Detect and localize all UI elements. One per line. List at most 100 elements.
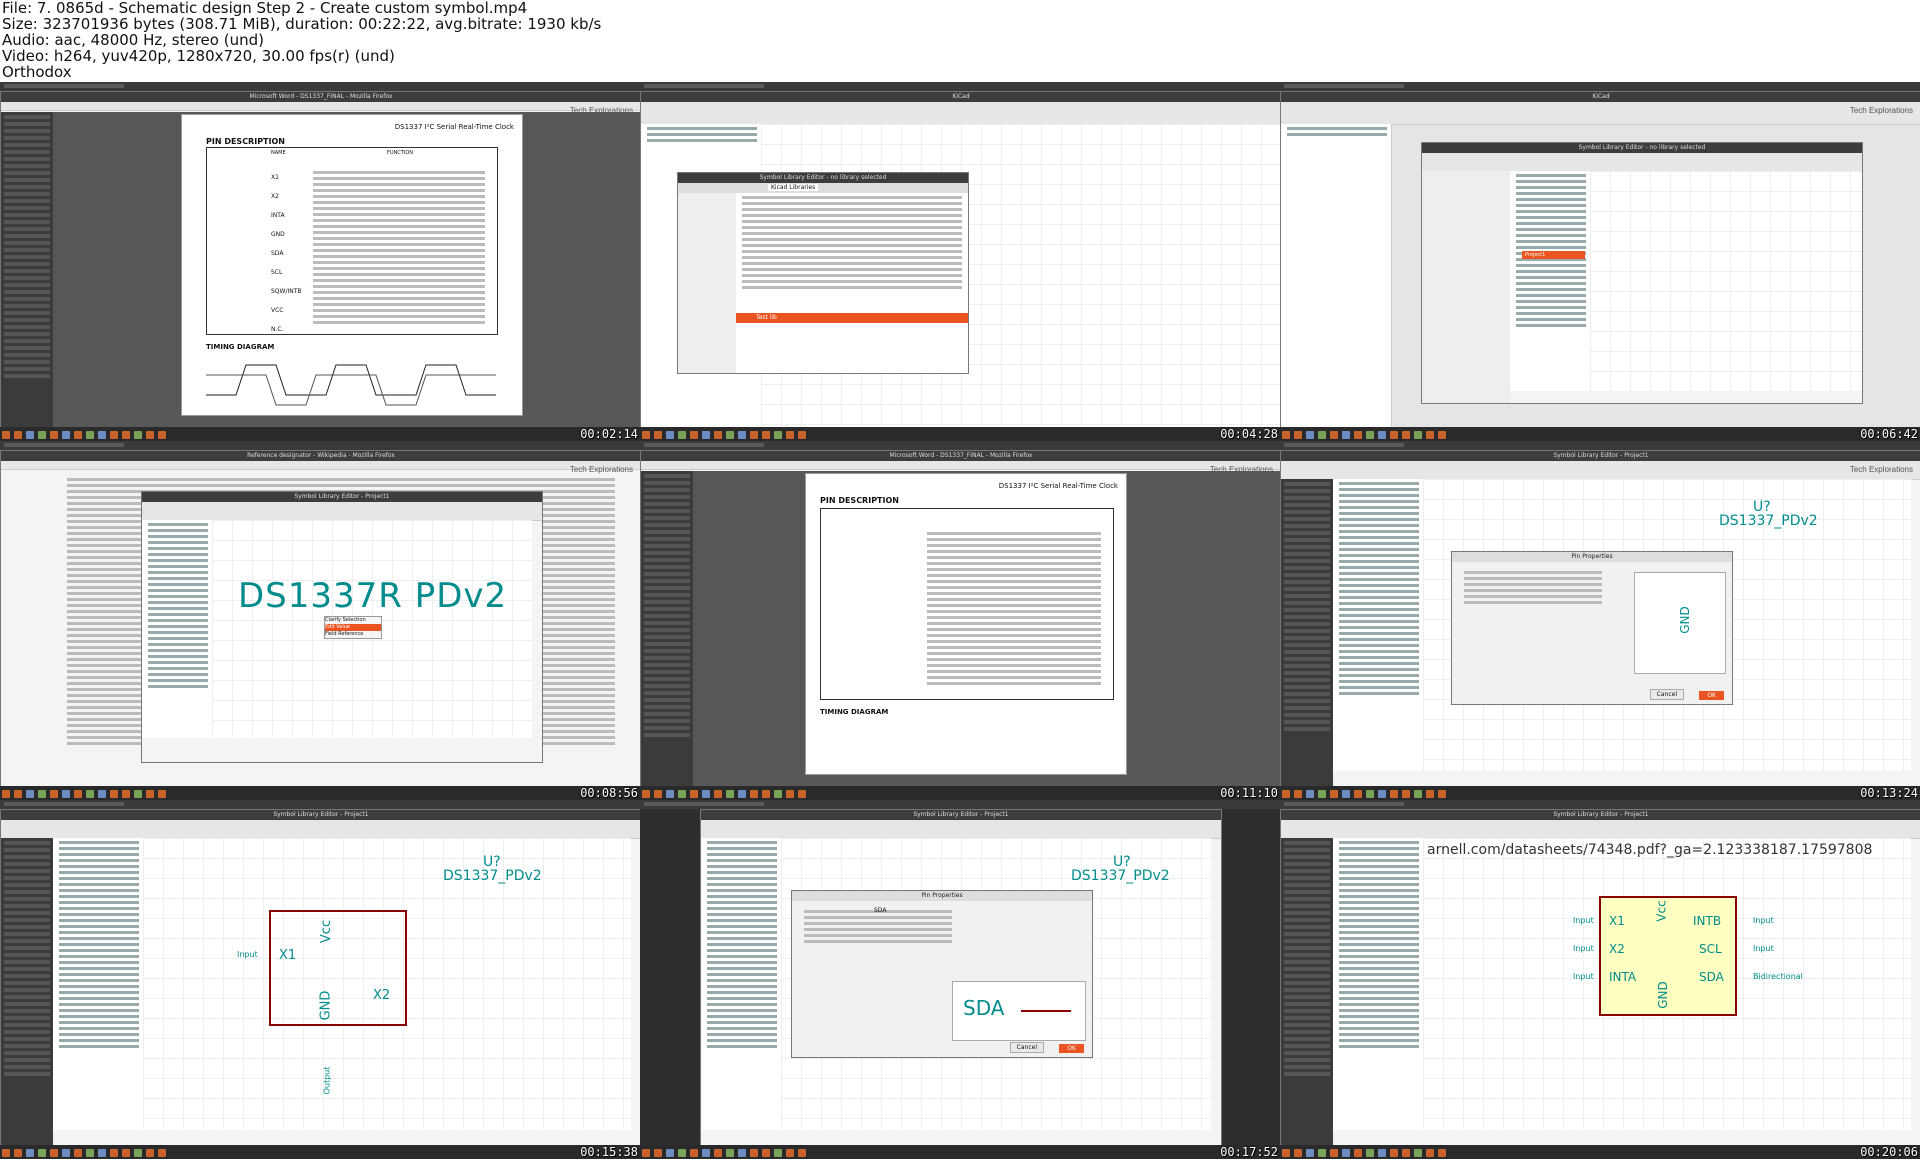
pin-intb[interactable]: INTB [1693, 914, 1721, 928]
thumbnail-3[interactable]: KiCad Symbol Library Editor - no library… [1280, 82, 1920, 441]
places-sidebar [678, 193, 737, 373]
row-name: GND [271, 231, 285, 238]
editor-canvas [1590, 171, 1862, 391]
context-menu[interactable]: Clarify Selection Edit Value Field Refer… [324, 616, 382, 639]
kicad-toolbar [641, 102, 1280, 125]
editor-title: Symbol Library Editor - Project1 [142, 492, 542, 502]
pin-type-input: Input [1573, 944, 1594, 953]
pin-vcc[interactable]: Vcc [319, 920, 334, 943]
library-tree[interactable] [701, 838, 782, 1130]
thumbnail-5[interactable]: Microsoft Word - DS1337_FINAL - Mozilla … [640, 441, 1280, 800]
pin-description-heading: PIN DESCRIPTION [820, 496, 899, 505]
symbol-editor-window: Symbol Library Editor - Project1 DS1337R… [141, 491, 543, 763]
thumbnail-1[interactable]: Microsoft Word - DS1337_FINAL - Mozilla … [0, 82, 640, 441]
thumbnail-4[interactable]: Reference designator - Wikipedia - Mozil… [0, 441, 640, 800]
file-name-line: File: 7. 0865d - Schematic design Step 2… [2, 0, 528, 17]
ok-button[interactable]: OK [1059, 1044, 1084, 1053]
symbol-value[interactable]: DS1337_PDv2 [443, 868, 542, 884]
symbol-editor-window: Symbol Library Editor - Project1 U? DS13… [0, 809, 640, 1147]
pin-inta[interactable]: INTA [1609, 970, 1636, 984]
pin-name-field[interactable]: SDA [874, 907, 886, 914]
menu-item[interactable]: Field Reference [325, 631, 381, 638]
pin-vcc[interactable]: Vcc [1655, 900, 1669, 921]
library-tree[interactable] [53, 838, 144, 1130]
editor-canvas[interactable]: arnell.com/datasheets/74348.pdf?_ga=2.12… [1423, 838, 1911, 1130]
pasted-url-text[interactable]: arnell.com/datasheets/74348.pdf?_ga=2.12… [1427, 842, 1872, 858]
row-name: VCC [271, 307, 284, 314]
pin-properties-dialog[interactable]: Pin Properties GND Cancel OK [1451, 551, 1733, 705]
file-list[interactable]: Test lib [736, 193, 968, 373]
pin-table [820, 508, 1114, 700]
timestamp: 00:04:28 [1220, 427, 1278, 441]
pin-gnd[interactable]: GND [1656, 981, 1670, 1009]
menu-item-selected[interactable]: Edit Value [325, 624, 381, 631]
thumbnail-8[interactable]: Symbol Library Editor - Project1 U? DS13… [640, 800, 1280, 1159]
selected-folder[interactable]: Test lib [736, 313, 968, 323]
pin-x2[interactable]: X2 [373, 988, 390, 1003]
thumbnail-7[interactable]: Symbol Library Editor - Project1 U? DS13… [0, 800, 640, 1159]
pin-scl[interactable]: SCL [1699, 942, 1722, 956]
editor-canvas[interactable]: U? DS1337_PDv2 X1 X2 Vcc GND Input Outpu… [143, 838, 631, 1130]
firefox-window: Microsoft Word - DS1337_FINAL - Mozilla … [0, 91, 640, 429]
datasheet-page: DS1337 I²C Serial Real-Time Clock PIN DE… [805, 473, 1127, 775]
video-info-line: Video: h264, yuv420p, 1280x720, 30.00 fp… [2, 47, 395, 65]
top-panel [1280, 82, 1920, 91]
row-name: SQW/INTB [271, 288, 302, 295]
pin-type-input: Input [1753, 944, 1774, 953]
breadcrumb: Kicad Libraries [678, 183, 968, 193]
thumbnail-6[interactable]: Symbol Library Editor - Project1 U? DS13… [1280, 441, 1920, 800]
window-title: Symbol Library Editor - Project1 [1, 810, 640, 820]
pin-properties-dialog[interactable]: Pin Properties SDA SDA Cancel OK [791, 890, 1093, 1058]
library-tree[interactable] [1333, 479, 1424, 771]
window-title: KiCad [1281, 92, 1920, 102]
dock [0, 427, 640, 441]
kicad-window: KiCad Symbol Library Editor - no library… [640, 91, 1280, 429]
thumbnail-2[interactable]: KiCad Symbol Library Editor - no library… [640, 82, 1280, 441]
pdf-outline [1281, 479, 1333, 787]
pin-x2[interactable]: X2 [1609, 942, 1625, 956]
pin-sda[interactable]: SDA [1699, 970, 1724, 984]
preview-pin-line [1021, 1010, 1071, 1012]
pin-fields[interactable] [1458, 568, 1608, 604]
top-panel [0, 441, 640, 450]
symbol-value[interactable]: DS1337_PDv2 [1071, 868, 1170, 884]
timing-diagram-heading: TIMING DIAGRAM [820, 708, 889, 716]
menu-item[interactable]: Clarify Selection [325, 617, 381, 624]
pdf-outline [1, 838, 53, 1146]
editor-canvas[interactable]: DS1337R PDv2 Clarify Selection Edit Valu… [212, 520, 532, 738]
thumbnail-9[interactable]: Symbol Library Editor - Project1 arnell.… [1280, 800, 1920, 1159]
selected-library[interactable]: Project1 [1522, 251, 1585, 259]
library-tree[interactable] [142, 520, 213, 738]
row-name: INTA [271, 212, 285, 219]
file-chooser-dialog[interactable]: Symbol Library Editor - no library selec… [677, 172, 969, 374]
editor-toolbar [1281, 461, 1920, 480]
tech-explorations-logo: Tech Explorations [569, 106, 633, 115]
preview-pin-name: GND [1677, 606, 1692, 634]
library-tree[interactable] [1333, 838, 1424, 1130]
browser-toolbar [641, 461, 1280, 470]
pin-x1[interactable]: X1 [1609, 914, 1625, 928]
symbol-editor-window: Symbol Library Editor - no library selec… [1421, 142, 1863, 404]
cancel-button[interactable]: Cancel [1649, 689, 1684, 700]
timing-diagram-heading: TIMING DIAGRAM [206, 343, 275, 351]
library-tree[interactable] [1510, 171, 1591, 391]
row-name: X2 [271, 193, 279, 200]
places-sidebar [1422, 171, 1510, 403]
symbol-value[interactable]: DS1337_PDv2 [1719, 513, 1818, 529]
pin-gnd[interactable]: GND [318, 991, 333, 1021]
kicad-window: KiCad Symbol Library Editor - no library… [1280, 91, 1920, 429]
ok-button[interactable]: OK [1699, 691, 1724, 700]
row-name: SDA [271, 250, 284, 257]
breadcrumb-current[interactable]: Kicad Libraries [768, 184, 819, 191]
project-tree [1281, 124, 1392, 428]
cancel-button[interactable]: Cancel [1009, 1042, 1044, 1053]
symbol-editor-window: Symbol Library Editor - Project1 U? DS13… [700, 809, 1222, 1147]
row-name: SCL [271, 269, 283, 276]
window-title: Symbol Library Editor - Project1 [1281, 451, 1920, 461]
symbol-body[interactable] [269, 910, 407, 1026]
editor-toolbar [1422, 153, 1862, 172]
timing-diagram [206, 364, 496, 406]
dock [1280, 1145, 1920, 1159]
symbol-value-text[interactable]: DS1337R PDv2 [238, 576, 507, 616]
pin-x1[interactable]: X1 [279, 948, 296, 963]
